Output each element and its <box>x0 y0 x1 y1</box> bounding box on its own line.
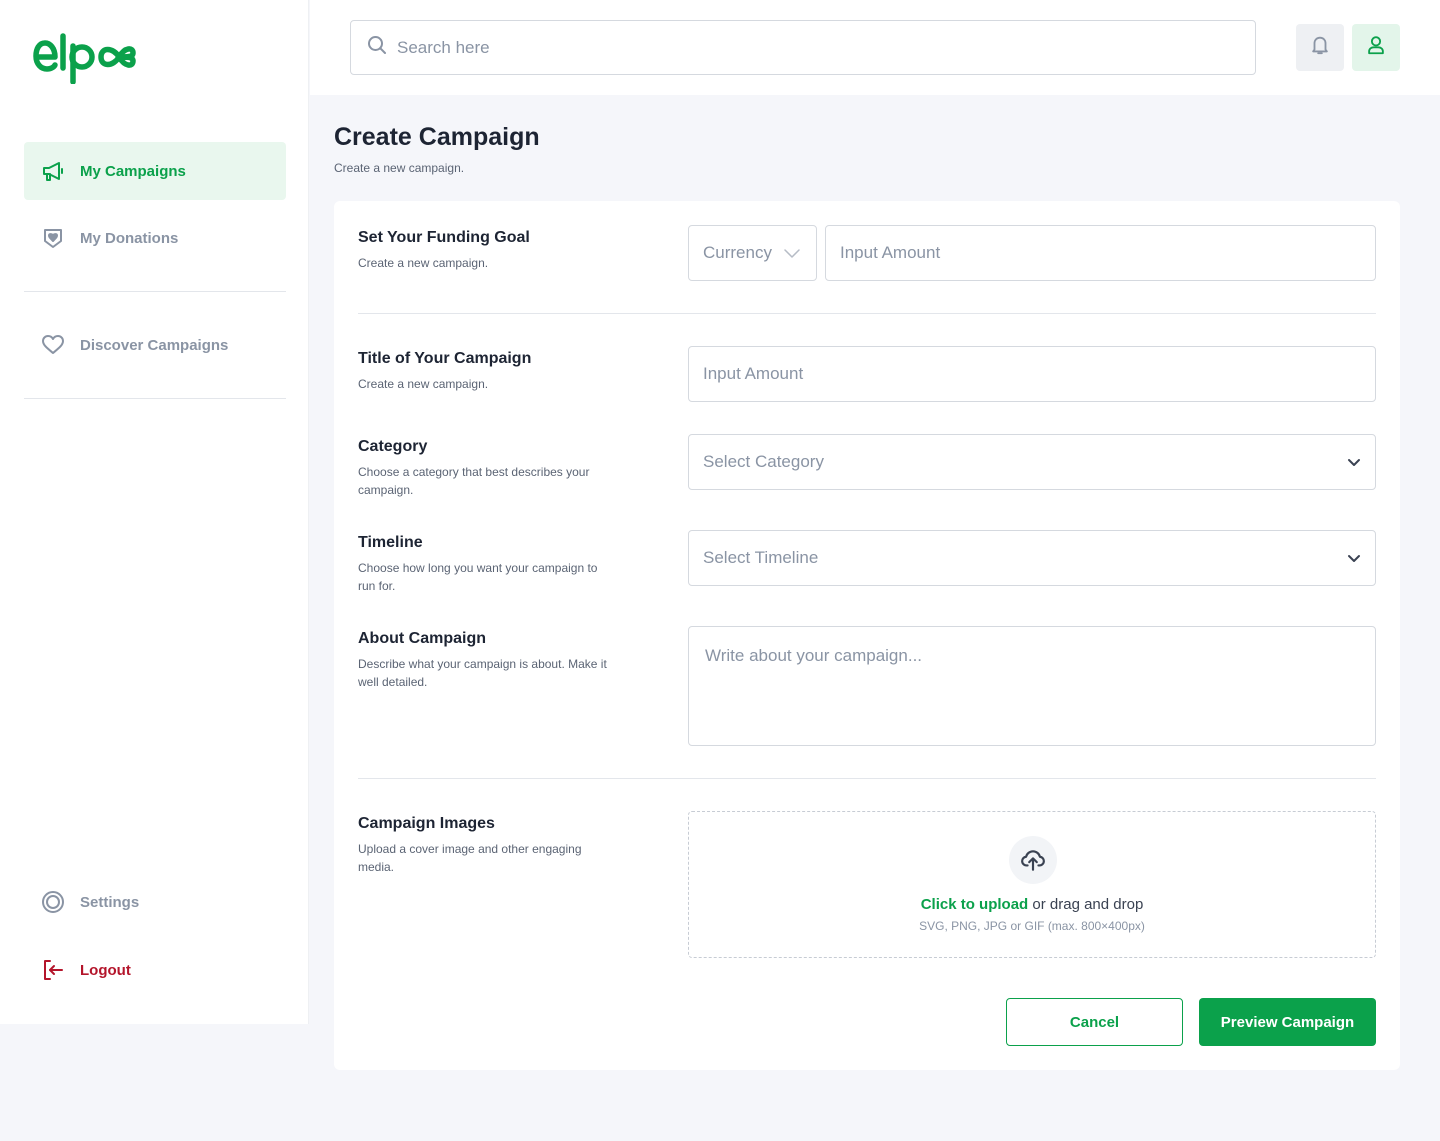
campaign-images-label: Campaign Images <box>358 815 495 832</box>
sidebar: My Campaigns My Donations Discover Campa… <box>0 0 309 1024</box>
bell-icon <box>1309 34 1331 61</box>
campaign-title-input[interactable]: Input Amount <box>688 346 1376 402</box>
timeline-select[interactable]: Select Timeline <box>688 530 1376 586</box>
create-campaign-form: Set Your Funding Goal Create a new campa… <box>334 201 1400 1070</box>
category-select-placeholder: Select Category <box>703 452 824 471</box>
sidebar-item-my-donations[interactable]: My Donations <box>24 209 286 267</box>
sidebar-item-label: Settings <box>80 893 140 911</box>
form-divider <box>358 313 1376 314</box>
page-subtitle: Create a new campaign. <box>334 161 465 175</box>
campaign-title-label: Title of Your Campaign <box>358 350 532 367</box>
about-campaign-textarea[interactable]: Write about your campaign... <box>688 626 1376 746</box>
campaign-title-description: Create a new campaign. <box>358 377 489 391</box>
gear-icon <box>40 889 66 915</box>
megaphone-icon <box>40 158 66 184</box>
notifications-button[interactable] <box>1296 24 1344 71</box>
funding-goal-description: Create a new campaign. <box>358 256 489 270</box>
about-campaign-placeholder: Write about your campaign... <box>705 646 923 665</box>
heart-icon <box>40 332 66 358</box>
search-input[interactable] <box>397 37 1217 58</box>
page-title: Create Campaign <box>334 123 540 151</box>
category-select[interactable]: Select Category <box>688 434 1376 490</box>
upload-file-hint: SVG, PNG, JPG or GIF (max. 800×400px) <box>919 919 1145 933</box>
timeline-select-placeholder: Select Timeline <box>703 548 819 567</box>
sidebar-item-label: Logout <box>80 961 131 979</box>
sidebar-item-label: My Donations <box>80 229 179 247</box>
search-bar[interactable] <box>350 20 1256 75</box>
sidebar-divider <box>24 291 286 292</box>
drag-drop-text: or drag and drop <box>1028 896 1144 913</box>
brand-logo[interactable] <box>33 32 137 85</box>
sidebar-item-label: My Campaigns <box>80 162 186 180</box>
form-divider <box>358 778 1376 779</box>
funding-amount-placeholder: Input Amount <box>840 243 941 262</box>
upload-instructions: Click to upload or drag and drop <box>689 896 1375 913</box>
campaign-images-description: Upload a cover image and other engaging … <box>358 842 582 874</box>
currency-select[interactable]: Currency <box>688 225 817 281</box>
category-description: Choose a category that best describes yo… <box>358 465 590 497</box>
sidebar-divider <box>24 398 286 399</box>
search-icon <box>367 35 387 60</box>
cancel-button[interactable]: Cancel <box>1006 998 1183 1046</box>
user-icon <box>1365 34 1387 61</box>
about-campaign-description: Describe what your campaign is about. Ma… <box>358 657 607 689</box>
click-to-upload-link[interactable]: Click to upload <box>921 896 1029 913</box>
donation-icon <box>40 225 66 251</box>
top-header <box>310 0 1440 95</box>
chevron-down-icon <box>1348 459 1360 466</box>
sidebar-item-settings[interactable]: Settings <box>24 873 286 931</box>
image-upload-dropzone[interactable]: Click to upload or drag and drop SVG, PN… <box>688 811 1376 958</box>
funding-goal-label: Set Your Funding Goal <box>358 229 530 246</box>
about-campaign-label: About Campaign <box>358 630 486 647</box>
timeline-label: Timeline <box>358 534 423 551</box>
sidebar-item-logout[interactable]: Logout <box>24 941 286 999</box>
upload-icon <box>1009 836 1057 884</box>
preview-campaign-button[interactable]: Preview Campaign <box>1199 998 1376 1046</box>
sidebar-item-my-campaigns[interactable]: My Campaigns <box>24 142 286 200</box>
funding-amount-input[interactable]: Input Amount <box>825 225 1376 281</box>
sidebar-item-label: Discover Campaigns <box>80 336 229 354</box>
chevron-down-icon <box>1348 555 1360 562</box>
logout-icon <box>40 957 66 983</box>
campaign-title-placeholder: Input Amount <box>703 364 804 383</box>
sidebar-item-discover-campaigns[interactable]: Discover Campaigns <box>24 316 286 374</box>
category-label: Category <box>358 438 428 455</box>
currency-select-placeholder: Currency <box>703 243 772 262</box>
timeline-description: Choose how long you want your campaign t… <box>358 561 598 593</box>
profile-button[interactable] <box>1352 24 1400 71</box>
chevron-down-icon <box>784 249 800 258</box>
